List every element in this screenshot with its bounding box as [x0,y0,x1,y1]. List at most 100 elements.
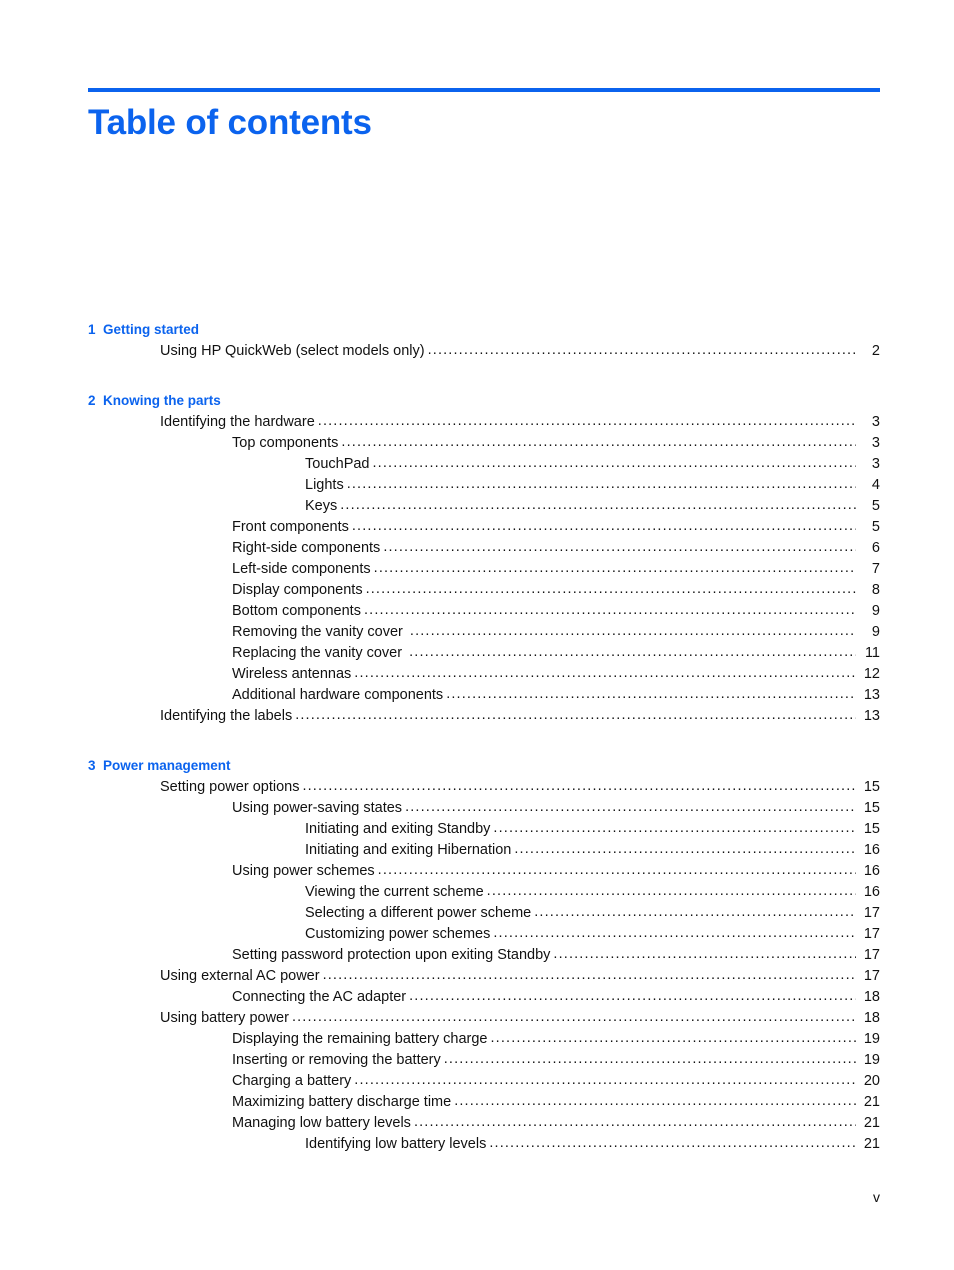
toc-entry-page-number: 9 [871,624,880,640]
toc-entry[interactable]: Identifying the hardware................… [88,412,880,433]
toc-entry[interactable]: Charging a battery......................… [88,1071,880,1092]
toc-entry-leaders: ........................................… [317,413,856,429]
toc-entry-label: Using power-saving states [232,800,403,816]
toc-entry-page-number: 15 [863,779,880,795]
toc-entry-page-number: 15 [863,821,880,837]
toc-entry-leaders: ........................................… [553,946,856,962]
toc-entry-leaders: ........................................… [373,560,856,576]
toc-entry-label: Displaying the remaining battery charge [232,1031,488,1047]
toc-entry-leaders: ........................................… [534,904,856,920]
toc-entry[interactable]: TouchPad................................… [88,454,880,475]
toc-entry-label: Display components [232,582,363,598]
toc-entry-leaders: ........................................… [351,518,856,534]
toc-entry-leaders: ........................................… [377,862,856,878]
toc-entry[interactable]: Setting power options...................… [88,777,880,798]
toc-chapter: 2 Knowing the parts Identifying the hardw… [88,391,880,727]
toc-entry[interactable]: Identifying the labels..................… [88,706,880,727]
toc-entry[interactable]: Left-side components....................… [88,559,880,580]
toc-entry-page-number: 15 [863,800,880,816]
toc-entry-leaders: ........................................… [486,883,856,899]
toc-entry[interactable]: Right-side components...................… [88,538,880,559]
toc-entry[interactable]: Selecting a different power scheme......… [88,903,880,924]
toc-entry-label: Left-side components [232,561,371,577]
toc-entry-leaders: ........................................… [490,1030,857,1046]
toc-entry[interactable]: Identifying low battery levels..........… [88,1134,880,1155]
toc-entry-page-number: 8 [871,582,880,598]
toc-entry[interactable]: Lights..................................… [88,475,880,496]
toc-entry-page-number: 16 [863,884,880,900]
toc-entry-label: Bottom components [232,603,361,619]
toc-entry[interactable]: Viewing the current scheme..............… [88,882,880,903]
toc-entry-leaders: ........................................… [291,1009,856,1025]
toc-entry-leaders: ........................................… [454,1093,856,1109]
toc-entry-page-number: 9 [871,603,880,619]
toc-chapter: 1 Getting started Using HP QuickWeb (sele… [88,320,880,362]
toc-entry-label: Using battery power [160,1010,289,1026]
toc-entry[interactable]: Setting password protection upon exiting… [88,945,880,966]
toc-entry[interactable]: Initiating and exiting Hibernation......… [88,840,880,861]
toc-entry[interactable]: Using HP QuickWeb (select models only)..… [88,341,880,362]
toc-entry-label: TouchPad [305,456,370,472]
toc-entry[interactable]: Customizing power schemes...............… [88,924,880,945]
toc-entry-label: Lights [305,477,344,493]
toc-entry[interactable]: Display components......................… [88,580,880,601]
toc-entry-leaders: ........................................… [295,707,856,723]
toc-entry[interactable]: Front components........................… [88,517,880,538]
toc-entry-label: Selecting a different power scheme [305,905,532,921]
toc-entry[interactable]: Using battery power.....................… [88,1008,880,1029]
toc-entry-leaders: ........................................… [302,778,856,794]
table-of-contents: 1 Getting started Using HP QuickWeb (sele… [88,320,880,1155]
toc-entry-page-number: 17 [863,905,880,921]
toc-entry-label: Connecting the AC adapter [232,989,407,1005]
chapter-heading-1[interactable]: 1 Getting started [88,320,880,340]
toc-entry-leaders: ........................................… [446,686,856,702]
toc-entry-page-number: 13 [863,708,880,724]
toc-entry[interactable]: Displaying the remaining battery charge.… [88,1029,880,1050]
toc-entry-page-number: 4 [871,477,880,493]
toc-entry-label: Identifying the hardware [160,414,315,430]
toc-entry-leaders: ........................................… [405,799,856,815]
toc-entry[interactable]: Additional hardware components..........… [88,685,880,706]
toc-entry[interactable]: Replacing the vanity cover .............… [88,643,880,664]
toc-entry[interactable]: Removing the vanity cover ..............… [88,622,880,643]
toc-entry[interactable]: Inserting or removing the battery.......… [88,1050,880,1071]
toc-entry[interactable]: Using power-saving states...............… [88,798,880,819]
toc-entry[interactable]: Managing low battery levels.............… [88,1113,880,1134]
toc-entry-label: Top components [232,435,339,451]
toc-entry-page-number: 17 [863,926,880,942]
toc-entry[interactable]: Using power schemes.....................… [88,861,880,882]
toc-entry[interactable]: Using external AC power.................… [88,966,880,987]
toc-entry-page-number: 19 [863,1031,880,1047]
toc-entry-page-number: 17 [863,968,880,984]
toc-entry[interactable]: Connecting the AC adapter...............… [88,987,880,1008]
toc-entry[interactable]: Initiating and exiting Standby..........… [88,819,880,840]
chapter-heading-2[interactable]: 2 Knowing the parts [88,391,880,411]
toc-entry-label: Additional hardware components [232,687,444,703]
footer-page-number: v [873,1189,880,1205]
toc-entry-label: Wireless antennas [232,666,352,682]
toc-entry-leaders: ........................................… [354,665,856,681]
toc-entry-page-number: 21 [863,1115,880,1131]
toc-entry[interactable]: Bottom components.......................… [88,601,880,622]
toc-entry-leaders: ........................................… [514,841,856,857]
toc-entry[interactable]: Wireless antennas.......................… [88,664,880,685]
toc-entry[interactable]: Top components..........................… [88,433,880,454]
toc-entry-page-number: 21 [863,1094,880,1110]
chapter-heading-3[interactable]: 3 Power management [88,756,880,776]
toc-entry-leaders: ........................................… [354,1072,856,1088]
toc-entry-label: Maximizing battery discharge time [232,1094,452,1110]
toc-entry-leaders: ........................................… [409,988,856,1004]
toc-entry-page-number: 20 [863,1073,880,1089]
page-title: Table of contents [88,103,372,142]
toc-entry-label: Removing the vanity cover [232,624,407,640]
toc-entry[interactable]: Maximizing battery discharge time.......… [88,1092,880,1113]
toc-entry-label: Initiating and exiting Hibernation [305,842,512,858]
toc-entry-page-number: 5 [871,498,880,514]
toc-entry-label: Front components [232,519,349,535]
toc-entry-label: Initiating and exiting Standby [305,821,491,837]
toc-entry-label: Keys [305,498,338,514]
toc-entry-label: Identifying low battery levels [305,1136,487,1152]
toc-entry[interactable]: Keys....................................… [88,496,880,517]
toc-entry-label: Charging a battery [232,1073,352,1089]
toc-entry-label: Identifying the labels [160,708,293,724]
